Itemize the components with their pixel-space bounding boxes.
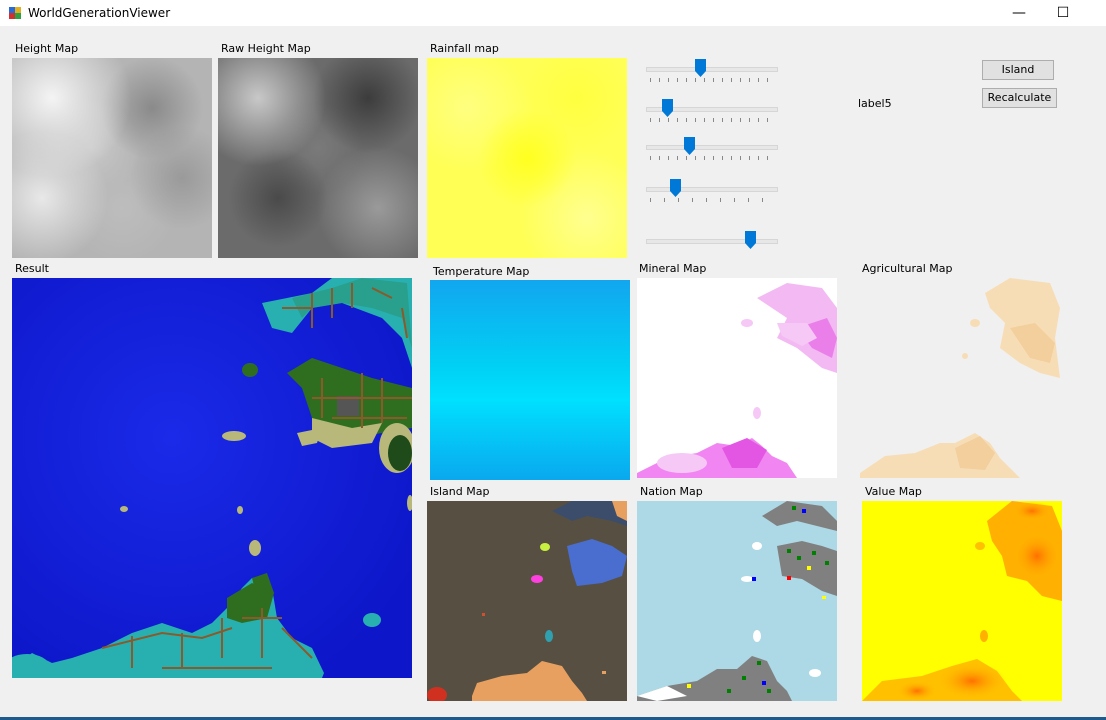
- slider-track: [646, 145, 778, 150]
- minimize-button[interactable]: —: [996, 0, 1042, 26]
- height-map-image: [12, 58, 212, 258]
- slider-1[interactable]: [642, 58, 782, 86]
- island-map-label: Island Map: [430, 485, 490, 498]
- island-button[interactable]: Island: [982, 60, 1054, 80]
- mineral-map-label: Mineral Map: [639, 262, 707, 275]
- value-map-label: Value Map: [865, 485, 922, 498]
- slider-2[interactable]: [642, 98, 782, 126]
- maximize-button[interactable]: ☐: [1040, 0, 1086, 26]
- slider-3[interactable]: [642, 136, 782, 164]
- slider-thumb[interactable]: [684, 137, 695, 155]
- slider-thumb[interactable]: [745, 231, 756, 249]
- app-icon: [8, 6, 22, 20]
- value-map-image: [862, 501, 1062, 701]
- recalculate-button[interactable]: Recalculate: [982, 88, 1057, 108]
- title-bar: WorldGenerationViewer — ☐: [0, 0, 1106, 26]
- temperature-map-image: [430, 280, 630, 480]
- nation-map-image: [637, 501, 837, 701]
- slider-ticks: [650, 118, 774, 122]
- rainfall-map-label: Rainfall map: [430, 42, 499, 55]
- slider-5[interactable]: [642, 230, 782, 258]
- slider-thumb[interactable]: [662, 99, 673, 117]
- slider-ticks: [650, 198, 774, 202]
- slider-thumb[interactable]: [670, 179, 681, 197]
- nation-map-label: Nation Map: [640, 485, 703, 498]
- slider-ticks: [650, 156, 774, 160]
- window-title: WorldGenerationViewer: [28, 6, 171, 20]
- height-map-label: Height Map: [15, 42, 79, 55]
- rainfall-map-image: [427, 58, 627, 258]
- slider-4[interactable]: [642, 178, 782, 206]
- slider-thumb[interactable]: [695, 59, 706, 77]
- raw-height-map-label: Raw Height Map: [221, 42, 311, 55]
- agricultural-map-image: [860, 278, 1060, 478]
- result-label: Result: [15, 262, 49, 275]
- slider-ticks: [650, 78, 774, 82]
- slider-track: [646, 187, 778, 192]
- result-map-image: [12, 278, 412, 678]
- label5: label5: [858, 97, 892, 110]
- agricultural-map-label: Agricultural Map: [862, 262, 953, 275]
- mineral-map-image: [637, 278, 837, 478]
- slider-track: [646, 67, 778, 72]
- raw-height-map-image: [218, 58, 418, 258]
- slider-track: [646, 239, 778, 244]
- island-map-image: [427, 501, 627, 701]
- temperature-map-label: Temperature Map: [433, 265, 530, 278]
